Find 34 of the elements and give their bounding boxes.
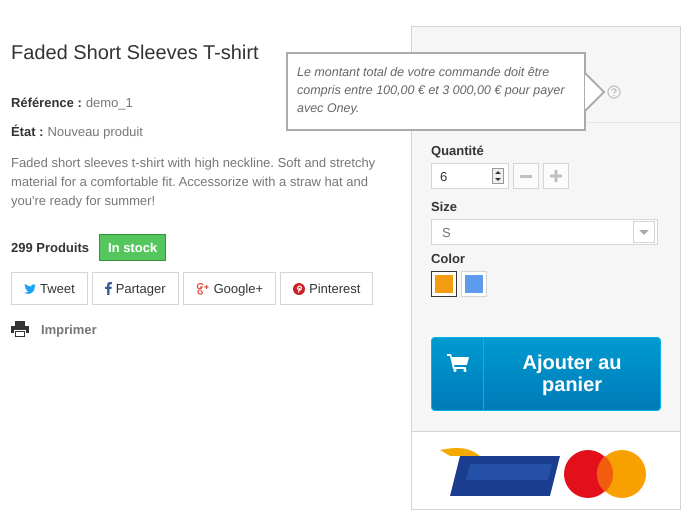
stock-quantity: 299 Produits	[11, 240, 90, 255]
share-button[interactable]: Google+	[182, 272, 276, 305]
quantity-label: Quantité	[431, 143, 485, 158]
share-button[interactable]: Partager	[92, 272, 179, 305]
reference-value: demo_1	[86, 95, 133, 110]
share-button[interactable]: Tweet	[11, 272, 88, 305]
tooltip-text: Le montant total de votre commande doit être compris entre 100,00 € et 3 000,00 € pour payer avec Oney.	[297, 64, 565, 117]
product-title: Faded Short Sleeves T-shirt	[11, 42, 260, 65]
share-button[interactable]: Pinterest	[280, 272, 374, 305]
cart-icon	[446, 354, 468, 372]
decrease-button[interactable]	[513, 163, 539, 189]
plus-icon	[550, 170, 562, 182]
minus-icon	[520, 174, 532, 178]
spinner-icon[interactable]	[492, 168, 504, 184]
reference-label: Référence :	[11, 95, 82, 110]
color-label: Color	[431, 251, 466, 266]
dropdown-icon	[633, 221, 655, 243]
condition-value: Nouveau produit	[48, 124, 143, 139]
size-select[interactable]: S	[431, 219, 658, 245]
stock-badge: In stock	[99, 234, 166, 261]
add-to-cart-button[interactable]: Ajouter au panier	[431, 337, 661, 411]
g-plus-icon	[196, 282, 210, 295]
help-icon[interactable]	[607, 85, 621, 99]
pin-icon	[293, 282, 306, 294]
printer-icon	[11, 321, 29, 337]
product-description: Faded short sleeves t-shirt with high neckline. Soft and stretchy material for a comfortable fit. Accessorize with a straw hat and you're ready for summer!	[11, 154, 376, 210]
facebook-icon	[104, 282, 112, 295]
quantity-field[interactable]: 6	[431, 163, 509, 189]
bird-icon	[24, 284, 36, 294]
color-swatch[interactable]	[431, 271, 457, 297]
condition-label: État :	[11, 124, 44, 139]
print-link[interactable]: Imprimer	[41, 322, 97, 336]
size-label: Size	[431, 199, 458, 214]
increase-button[interactable]	[543, 163, 569, 189]
